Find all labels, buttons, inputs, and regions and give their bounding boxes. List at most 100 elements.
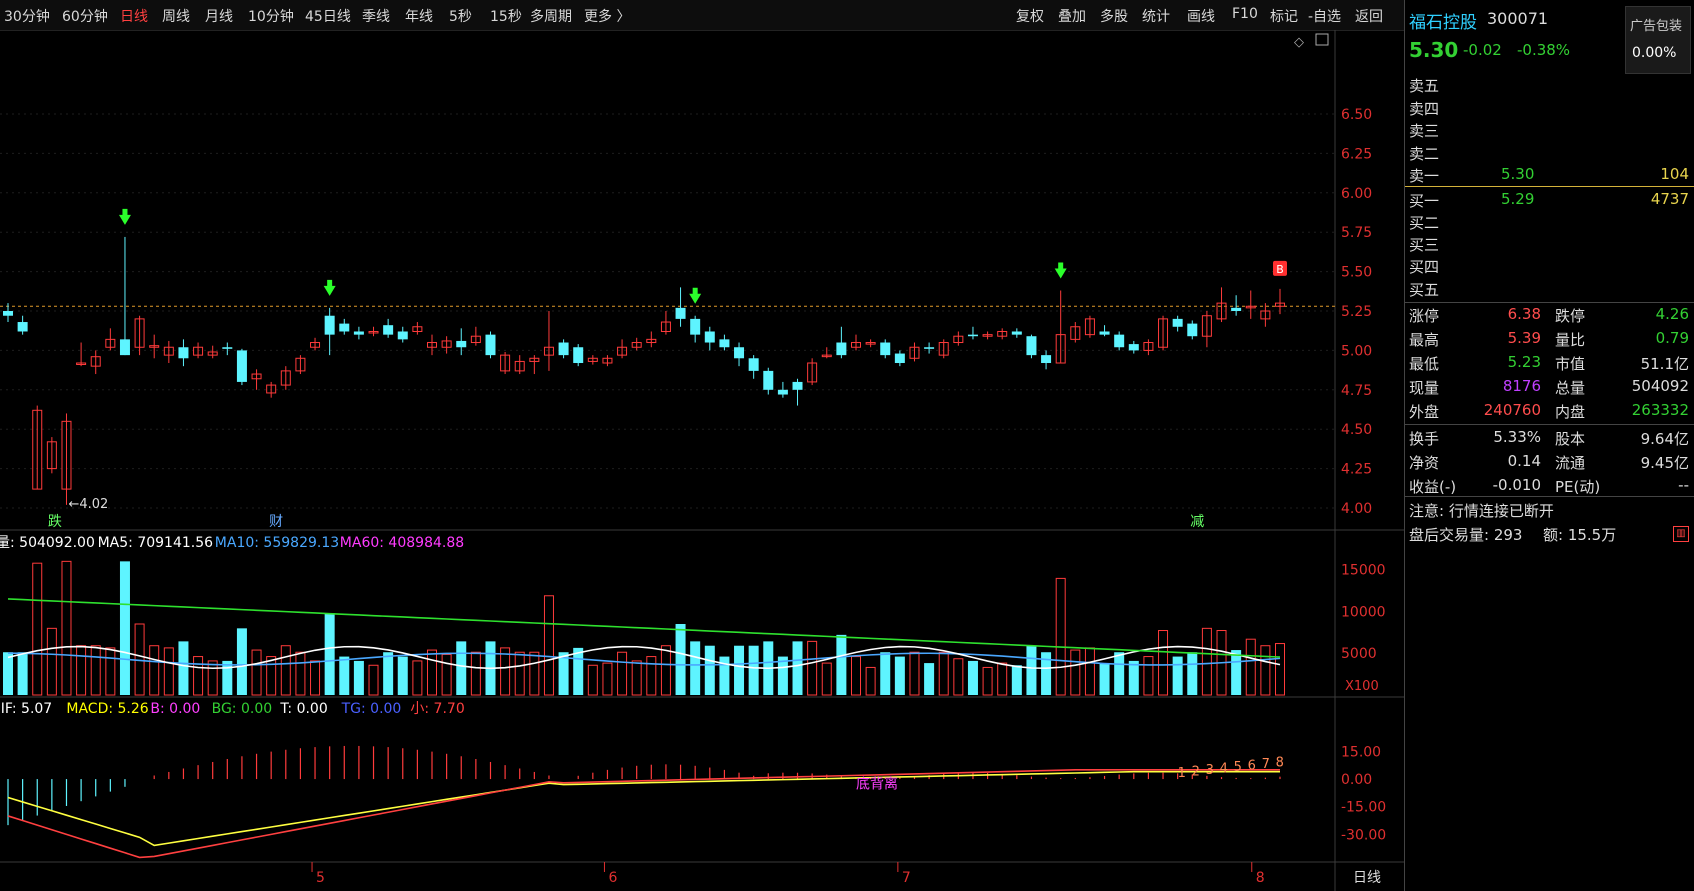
ad-label: 广告包装	[1630, 19, 1683, 34]
volume-bar-up	[938, 651, 949, 696]
price-tick: 5.75	[1341, 225, 1372, 241]
candle-body-down	[17, 322, 28, 332]
volume-bar-down	[456, 641, 467, 695]
volume-bar-up	[909, 651, 920, 696]
stat-label: 内盘	[1555, 403, 1586, 421]
macd-legend: B: 0.00	[150, 701, 200, 717]
price-tick: 4.25	[1341, 462, 1372, 478]
macd-legend: BG: 0.00	[212, 701, 273, 717]
macd-legend: MACD: 5.26	[66, 701, 148, 717]
price-tick: 5.50	[1341, 265, 1372, 281]
volume-bar-down	[1231, 650, 1242, 695]
macd-number: 1	[1178, 766, 1186, 781]
candle-body-down	[558, 342, 569, 356]
volume-unit: X100	[1345, 679, 1379, 694]
macd-legend: T: 0.00	[279, 701, 327, 717]
candle-body-down	[777, 389, 788, 395]
macd-number: 6	[1248, 759, 1256, 774]
volume-bar-up	[295, 651, 306, 696]
volume-bar-up	[1070, 649, 1081, 696]
kline-chart[interactable]: 6.50 6.25 6.00 5.75 5.50 5.25 5.00 4.75 4.50 4.25…	[0, 0, 1404, 891]
orderbook-label: 卖一	[1409, 167, 1440, 185]
volume-bar-down	[1187, 652, 1198, 695]
volume-bar-down	[1026, 645, 1037, 695]
price-tick: 4.75	[1341, 383, 1372, 399]
volume-bar-up	[807, 640, 818, 696]
stat-label: 量比	[1555, 331, 1586, 349]
volume-bar-up	[441, 653, 452, 696]
stat-value: 0.14	[1507, 452, 1541, 470]
orderbook-label: 卖二	[1409, 145, 1440, 163]
volume-legend: 量: 504092.00	[0, 535, 95, 551]
candle-body-down	[734, 347, 745, 359]
price-tick: 6.00	[1341, 186, 1372, 202]
candle-body-down	[397, 331, 408, 340]
volume-legend: MA60: 408984.88	[340, 535, 464, 551]
orderbook-volume: 104	[1660, 165, 1689, 183]
candle-body-down	[924, 347, 935, 349]
candle-body-down	[763, 370, 774, 390]
macd-number: 4	[1220, 762, 1228, 777]
candle-body-down	[675, 307, 686, 319]
volume-legend: MA5: 709141.56	[98, 535, 214, 551]
stat-label: 跌停	[1555, 307, 1586, 325]
chart-icon[interactable]: ▥	[1673, 526, 1689, 542]
volume-bar-down	[324, 613, 335, 695]
volume-bar-down	[339, 656, 350, 695]
volume-bar-up	[851, 656, 861, 696]
stat-value: 0.79	[1655, 329, 1689, 347]
buy-marker-label: B	[1276, 263, 1284, 276]
diamond-icon: ◇	[1294, 35, 1304, 50]
macd-tick: -15.00	[1341, 800, 1386, 816]
volume-bar-down	[397, 656, 408, 695]
volume-bar-up	[631, 660, 642, 696]
dea-line	[7, 770, 1280, 847]
volume-bar-up	[602, 662, 613, 696]
event-marker: 财	[269, 514, 283, 530]
after-hours-amount: 额: 15.5万	[1543, 526, 1617, 544]
candle-body-down	[324, 315, 335, 335]
volume-tick: 5000	[1341, 646, 1377, 662]
orderbook-label: 买三	[1409, 236, 1440, 254]
orderbook-divider	[1405, 186, 1694, 187]
low-annotation: ←4.02	[68, 497, 108, 512]
event-marker: 减	[1190, 514, 1204, 530]
volume-bar-down	[178, 641, 189, 695]
price-tick: 6.25	[1341, 146, 1372, 162]
volume-bar-up	[412, 660, 423, 696]
volume-bar-down	[967, 660, 978, 695]
volume-bar-up	[1055, 577, 1066, 696]
candle-body-down	[3, 311, 13, 316]
candle-body-down	[690, 318, 701, 335]
ad-box[interactable]: 广告包装 0.00%	[1625, 6, 1691, 74]
stat-value: 504092	[1631, 377, 1689, 395]
volume-bar-up	[1084, 647, 1095, 696]
candle-body-down	[119, 339, 130, 356]
macd-tick: -30.00	[1341, 827, 1386, 843]
after-hours-volume: 盘后交易量: 293	[1409, 526, 1523, 544]
volume-bar-down	[734, 645, 745, 695]
volume-bar-down	[894, 656, 905, 695]
sell-arrow-icon	[689, 287, 702, 304]
orderbook-label: 卖四	[1409, 100, 1440, 118]
candle-body-down	[1114, 334, 1125, 348]
orderbook-label: 买二	[1409, 214, 1440, 232]
stat-value: -0.010	[1492, 476, 1541, 494]
ad-value: 0.00%	[1632, 45, 1677, 61]
divider	[1405, 496, 1694, 497]
price-tick: 5.00	[1341, 343, 1372, 359]
period-label: 日线	[1353, 870, 1381, 886]
x-label: 6	[608, 870, 617, 886]
volume-bar-down	[924, 663, 935, 695]
ma5-line	[7, 645, 1281, 670]
stat-value: 9.45亿	[1640, 454, 1689, 472]
divider	[1405, 424, 1694, 425]
volume-bar-up	[500, 647, 511, 696]
quote-panel: 福石控股 300071 5.30 -0.02 -0.38% 卖五 卖四 卖三 卖二 卖一…	[1404, 0, 1694, 891]
volume-bar-up	[865, 666, 876, 696]
candle-body-down	[1026, 336, 1037, 356]
volume-bar-down	[236, 628, 247, 695]
macd-legend: DIF: 5.07	[0, 701, 52, 717]
candle-body-down	[967, 334, 978, 337]
price-change-pct: -0.38%	[1517, 41, 1571, 59]
